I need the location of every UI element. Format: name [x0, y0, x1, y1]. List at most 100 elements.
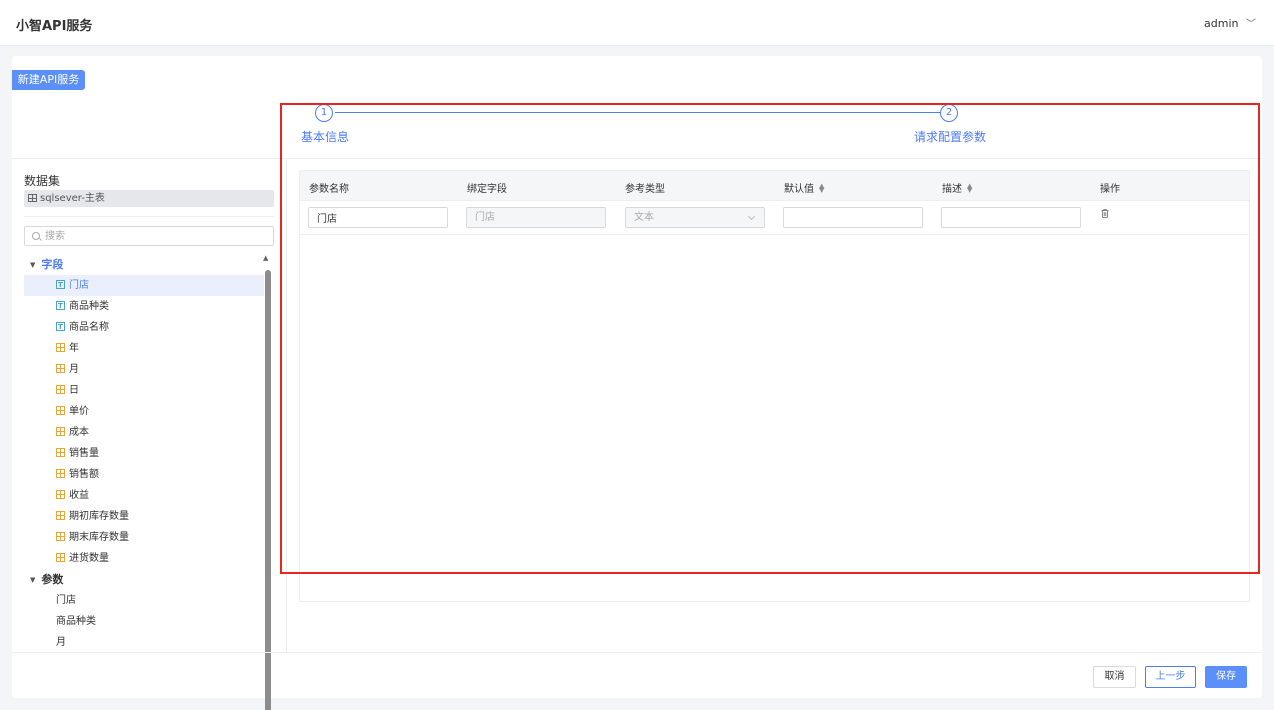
save-button[interactable]: 保存	[1205, 666, 1247, 688]
table-header: 参数名称 绑定字段 参考类型 默认值 ▲ ▼ 描述 ▲ ▼ 操作	[300, 171, 1249, 201]
scrollbar-thumb[interactable]	[265, 270, 271, 710]
numeric-field-icon	[56, 532, 65, 541]
param-table: 参数名称 绑定字段 参考类型 默认值 ▲▼ 描述 ▲▼ 操作 门店 文本	[299, 170, 1250, 602]
tree-field-label: 门店	[69, 280, 89, 291]
steps: 1 2 基本信息 请求配置参数	[12, 102, 1262, 152]
search-input[interactable]	[45, 229, 265, 243]
header-ref-type: 参考类型	[625, 184, 665, 195]
dataset-chip-label: sqlsever-主表	[40, 193, 105, 204]
tree-field-label: 商品种类	[69, 301, 109, 312]
caret-down-icon: ▼	[30, 261, 36, 269]
tree-field-item[interactable]: 收益	[24, 485, 264, 506]
default-value-input[interactable]	[783, 207, 923, 228]
header-actions: 操作	[1100, 184, 1120, 195]
tree-field-item[interactable]: 进货数量	[24, 548, 264, 569]
numeric-field-icon	[56, 511, 65, 520]
table-row: 门店 文本	[300, 201, 1249, 235]
numeric-field-icon	[56, 490, 65, 499]
tree-field-label: 收益	[69, 490, 89, 501]
divider	[12, 652, 1262, 653]
header-bind-field: 绑定字段	[467, 184, 507, 195]
bind-field-input: 门店	[466, 207, 606, 228]
dataset-panel: 数据集 sqlsever-主表 ▼字段 门店商品种类商品名称年月日单价成本销售量…	[12, 158, 287, 710]
user-menu[interactable]: admin ﹀	[1204, 15, 1256, 30]
tree-group-label: 参数	[41, 573, 64, 586]
tree-field-label: 期末库存数量	[69, 532, 129, 543]
tree-field-label: 年	[69, 343, 79, 354]
tree-field-item[interactable]: 门店	[24, 275, 264, 296]
tree-field-label: 期初库存数量	[69, 511, 129, 522]
top-bar: 小智API服务 admin ﹀	[0, 0, 1274, 46]
tree-param-label: 商品种类	[56, 616, 96, 627]
trash-icon[interactable]	[1101, 209, 1109, 218]
ref-type-select[interactable]: 文本	[625, 207, 765, 228]
tree-field-item[interactable]: 销售额	[24, 464, 264, 485]
header-param-name: 参数名称	[309, 184, 349, 195]
table-icon	[28, 194, 37, 202]
numeric-field-icon	[56, 448, 65, 457]
tree-group-params[interactable]: ▼ 参数	[24, 569, 264, 590]
tree-field-label: 销售额	[69, 469, 99, 480]
cancel-button[interactable]: 取消	[1093, 666, 1136, 688]
text-field-icon	[56, 317, 65, 338]
description-input[interactable]	[941, 207, 1081, 228]
tree-field-item[interactable]: 商品种类	[24, 296, 264, 317]
numeric-field-icon	[56, 406, 65, 415]
user-name: admin	[1204, 17, 1239, 30]
text-field-icon	[56, 275, 65, 296]
dataset-title: 数据集	[24, 174, 61, 188]
param-name-input[interactable]	[308, 207, 448, 228]
tree-field-label: 进货数量	[69, 553, 109, 564]
tree-param-label: 月	[56, 637, 66, 648]
tree-param-label: 门店	[56, 595, 76, 606]
numeric-field-icon	[56, 553, 65, 562]
tree-field-item[interactable]: 商品名称	[24, 317, 264, 338]
tree-field-item[interactable]: 单价	[24, 401, 264, 422]
tree-group-label: 字段	[41, 258, 64, 271]
numeric-field-icon	[56, 469, 65, 478]
sort-icon[interactable]: ▲ ▼	[819, 183, 824, 194]
dataset-chip[interactable]: sqlsever-主表	[24, 190, 274, 207]
main-card: 新建API服务 1 2 基本信息 请求配置参数 数据集 sqlsever-主表 …	[12, 56, 1262, 710]
tree-field-item[interactable]: 年	[24, 338, 264, 359]
field-search[interactable]	[24, 226, 274, 246]
caret-down-icon: ▼	[30, 576, 36, 584]
header-label: 描述	[942, 184, 962, 195]
tree-field-label: 商品名称	[69, 322, 109, 333]
header-description[interactable]: 描述 ▲ ▼	[942, 180, 972, 196]
scroll-up-arrow[interactable]: ▲	[263, 254, 268, 262]
header-label: 默认值	[784, 184, 814, 195]
divider	[24, 216, 274, 217]
ref-type-value: 文本	[634, 212, 654, 223]
tree-field-label: 销售量	[69, 448, 99, 459]
step-connector	[335, 112, 941, 113]
tree-field-item[interactable]: 月	[24, 359, 264, 380]
field-tree: ▼字段 门店商品种类商品名称年月日单价成本销售量销售额收益期初库存数量期末库存数…	[24, 254, 264, 653]
previous-step-button[interactable]: 上一步	[1145, 666, 1196, 688]
search-icon	[32, 232, 40, 240]
numeric-field-icon	[56, 427, 65, 436]
tree-param-item[interactable]: 商品种类	[24, 611, 264, 632]
step-2-label: 请求配置参数	[914, 130, 987, 144]
app-title: 小智API服务	[16, 19, 93, 34]
tree-field-item[interactable]: 销售量	[24, 443, 264, 464]
numeric-field-icon	[56, 343, 65, 352]
sort-icon[interactable]: ▲ ▼	[967, 183, 972, 194]
tree-field-item[interactable]: 日	[24, 380, 264, 401]
tree-field-item[interactable]: 期初库存数量	[24, 506, 264, 527]
chevron-down-icon: ﹀	[1246, 19, 1256, 30]
tree-param-item[interactable]: 月	[24, 632, 264, 653]
step-2-indicator: 2	[940, 104, 958, 122]
tree-field-label: 日	[69, 385, 79, 396]
numeric-field-icon	[56, 364, 65, 373]
step-1-indicator: 1	[315, 104, 333, 122]
tree-param-item[interactable]: 门店	[24, 590, 264, 611]
tree-field-item[interactable]: 期末库存数量	[24, 527, 264, 548]
step-1-label: 基本信息	[301, 130, 350, 144]
tree-group-fields[interactable]: ▼ 字段	[24, 254, 264, 275]
tree-field-item[interactable]: 成本	[24, 422, 264, 443]
tree-field-label: 单价	[69, 406, 89, 417]
header-default-value[interactable]: 默认值 ▲ ▼	[784, 180, 824, 196]
numeric-field-icon	[56, 385, 65, 394]
new-api-service-button[interactable]: 新建API服务	[12, 70, 85, 90]
